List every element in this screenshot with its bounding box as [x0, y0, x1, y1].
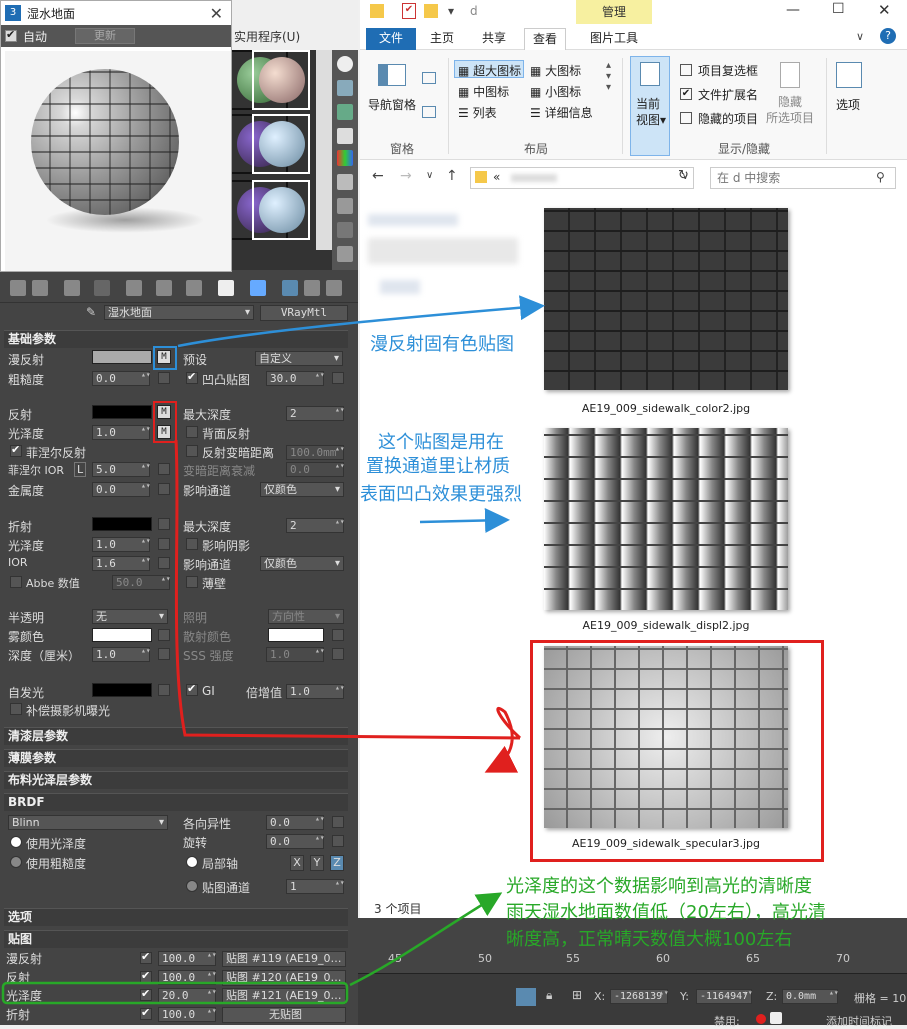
annotation-diffuse: 漫反射固有色贴图: [370, 334, 514, 355]
maps-gloss-highlight: [1, 981, 349, 1005]
arrow-maps-gloss: [349, 892, 503, 987]
annotation-gloss-2: 雨天湿水地面数值低（20左右），高光清: [506, 902, 826, 923]
annotation-displ-2: 置换通道里让材质: [366, 456, 510, 477]
annotation-displ-3: 表面凹凸效果更强烈: [360, 484, 522, 505]
arrow-displ: [419, 507, 510, 533]
annotation-gloss-3: 晰度高，正常晴天数值大概100左右: [506, 929, 793, 950]
annotation-gloss-1: 光泽度的这个数据影响到高光的清晰度: [506, 876, 812, 897]
annotation-displ-1: 这个贴图是用在: [378, 432, 504, 453]
